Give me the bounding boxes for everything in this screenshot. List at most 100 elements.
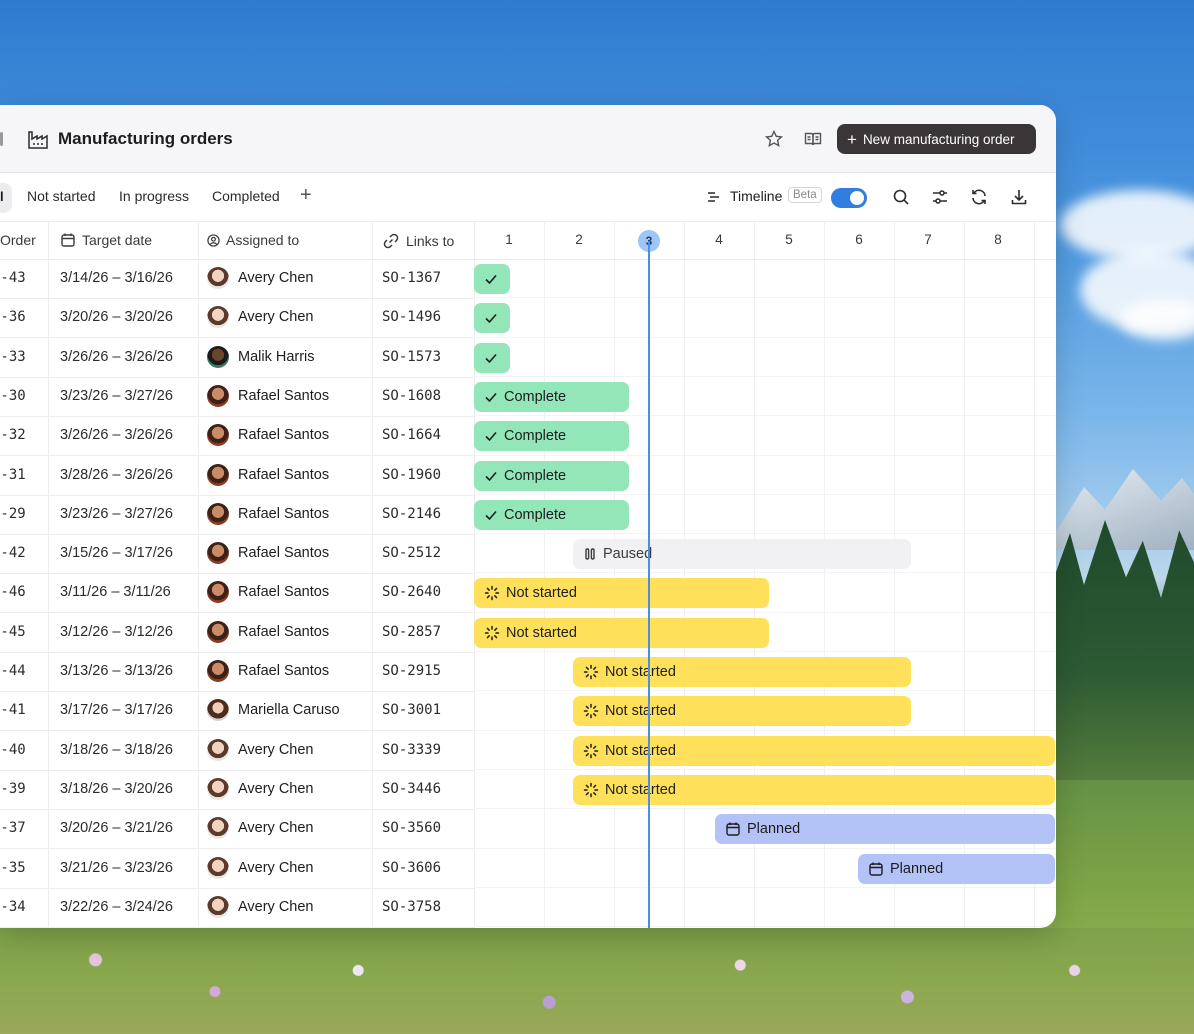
order-id[interactable]: O-37	[0, 820, 26, 836]
linked-sales-order[interactable]: SO-3758	[382, 899, 441, 915]
book-icon[interactable]	[803, 129, 823, 149]
timeline-bar-done[interactable]: Complete	[474, 421, 629, 452]
assignee-name[interactable]: Avery Chen	[238, 781, 314, 797]
assignee-name[interactable]: Mariella Caruso	[238, 702, 340, 718]
assignee-name[interactable]: Rafael Santos	[238, 663, 329, 679]
linked-sales-order[interactable]: SO-3339	[382, 742, 441, 758]
table-row[interactable]: O-29 3/23/26 – 3/27/26 Rafael Santos SO-214…	[0, 495, 474, 535]
timeline-bar-planned[interactable]: Planned	[715, 814, 1055, 845]
assignee-name[interactable]: Avery Chen	[238, 860, 314, 876]
timeline-bar-not-started[interactable]: Not started	[573, 735, 1055, 766]
timeline-toggle[interactable]	[831, 188, 867, 208]
order-id[interactable]: O-41	[0, 702, 26, 718]
table-row[interactable]: O-41 3/17/26 – 3/17/26 Mariella Caruso SO-3…	[0, 691, 474, 732]
timeline-view-label[interactable]: Timeline	[730, 188, 782, 204]
assignee-name[interactable]: Rafael Santos	[238, 545, 329, 561]
table-row[interactable]: O-44 3/13/26 – 3/13/26 Rafael Santos SO-291…	[0, 652, 474, 692]
table-row[interactable]: O-46 3/11/26 – 3/11/26 Rafael Santos SO-264…	[0, 573, 474, 614]
linked-sales-order[interactable]: SO-1664	[382, 427, 441, 443]
timeline-bar-done[interactable]	[474, 264, 510, 294]
assignee-name[interactable]: Avery Chen	[238, 742, 314, 758]
links-to-column-header[interactable]: Links to	[382, 232, 454, 250]
timeline-bar-not-started[interactable]: Not started	[474, 578, 769, 609]
assignee-name[interactable]: Rafael Santos	[238, 388, 329, 404]
linked-sales-order[interactable]: SO-1496	[382, 309, 441, 325]
order-id[interactable]: O-35	[0, 860, 26, 876]
target-date-column-header[interactable]: Target date	[60, 232, 152, 248]
order-id[interactable]: O-32	[0, 427, 26, 443]
linked-sales-order[interactable]: SO-2915	[382, 663, 441, 679]
order-id[interactable]: O-36	[0, 309, 26, 325]
table-row[interactable]: O-39 3/18/26 – 3/20/26 Avery Chen SO-3446	[0, 770, 474, 810]
linked-sales-order[interactable]: SO-2640	[382, 584, 441, 600]
linked-sales-order[interactable]: SO-2146	[382, 506, 441, 522]
timeline-bar-not-started[interactable]: Not started	[573, 657, 911, 687]
order-id[interactable]: O-34	[0, 899, 26, 915]
add-tab-icon[interactable]: +	[300, 184, 312, 207]
timeline-bar-paused[interactable]: Paused	[573, 539, 911, 570]
timeline-bar-done[interactable]: Complete	[474, 460, 629, 491]
table-row[interactable]: O-40 3/18/26 – 3/18/26 Avery Chen SO-3339	[0, 731, 474, 771]
linked-sales-order[interactable]: SO-3446	[382, 781, 441, 797]
order-column-header[interactable]: Order	[0, 232, 36, 248]
linked-sales-order[interactable]: SO-2857	[382, 624, 441, 640]
table-row[interactable]: O-37 3/20/26 – 3/21/26 Avery Chen SO-3560	[0, 809, 474, 850]
tab-not-started[interactable]: Not started	[27, 188, 95, 204]
timeline-bar-done[interactable]: Complete	[474, 381, 629, 412]
table-row[interactable]: O-31 3/28/26 – 3/26/26 Rafael Santos SO-196…	[0, 456, 474, 496]
linked-sales-order[interactable]: SO-1608	[382, 388, 441, 404]
table-row[interactable]: O-34 3/22/26 – 3/24/26 Avery Chen SO-3758	[0, 888, 474, 928]
assignee-name[interactable]: Avery Chen	[238, 270, 314, 286]
order-id[interactable]: O-33	[0, 349, 26, 365]
refresh-icon[interactable]	[970, 188, 988, 206]
assignee-name[interactable]: Rafael Santos	[238, 584, 329, 600]
assignee-name[interactable]: Rafael Santos	[238, 506, 329, 522]
table-row[interactable]: O-36 3/20/26 – 3/20/26 Avery Chen SO-1496	[0, 298, 474, 339]
filter-sliders-icon[interactable]	[931, 188, 949, 206]
assignee-name[interactable]: Avery Chen	[238, 309, 314, 325]
linked-sales-order[interactable]: SO-3560	[382, 820, 441, 836]
timeline-bar-done[interactable]: Complete	[474, 499, 629, 530]
timeline-bar-not-started[interactable]: Not started	[573, 696, 911, 727]
linked-sales-order[interactable]: SO-1960	[382, 467, 441, 483]
assignee-name[interactable]: Malik Harris	[238, 349, 315, 365]
download-icon[interactable]	[1010, 188, 1028, 206]
order-id[interactable]: O-44	[0, 663, 26, 679]
assignee-name[interactable]: Avery Chen	[238, 899, 314, 915]
assigned-to-column-header[interactable]: Assigned to	[207, 232, 299, 248]
timeline-bar-not-started[interactable]: Not started	[474, 617, 769, 648]
table-row[interactable]: O-33 3/26/26 – 3/26/26 Malik Harris SO-1573	[0, 338, 474, 378]
linked-sales-order[interactable]: SO-1573	[382, 349, 441, 365]
sidebar-toggle-icon[interactable]	[0, 132, 3, 146]
table-row[interactable]: O-32 3/26/26 – 3/26/26 Rafael Santos SO-166…	[0, 416, 474, 457]
timeline-bar-not-started[interactable]: Not started	[573, 774, 1055, 805]
search-icon[interactable]	[892, 188, 910, 206]
order-id[interactable]: O-46	[0, 584, 26, 600]
linked-sales-order[interactable]: SO-3606	[382, 860, 441, 876]
table-row[interactable]: O-30 3/23/26 – 3/27/26 Rafael Santos SO-160…	[0, 377, 474, 417]
tab-completed[interactable]: Completed	[212, 188, 280, 204]
assignee-name[interactable]: Avery Chen	[238, 820, 314, 836]
order-id[interactable]: O-42	[0, 545, 26, 561]
linked-sales-order[interactable]: SO-2512	[382, 545, 441, 561]
order-id[interactable]: O-30	[0, 388, 26, 404]
linked-sales-order[interactable]: SO-1367	[382, 270, 441, 286]
order-id[interactable]: O-43	[0, 270, 26, 286]
tab-in-progress[interactable]: In progress	[119, 188, 189, 204]
order-id[interactable]: O-45	[0, 624, 26, 640]
table-row[interactable]: O-45 3/12/26 – 3/12/26 Rafael Santos SO-285…	[0, 613, 474, 653]
star-icon[interactable]	[764, 129, 784, 149]
timeline-bar-done[interactable]	[474, 303, 510, 334]
table-row[interactable]: O-35 3/21/26 – 3/23/26 Avery Chen SO-3606	[0, 849, 474, 889]
assignee-name[interactable]: Rafael Santos	[238, 467, 329, 483]
new-manufacturing-order-button[interactable]: + New manufacturing order	[837, 124, 1036, 154]
order-id[interactable]: O-31	[0, 467, 26, 483]
tab-all[interactable]: l	[0, 183, 12, 213]
table-row[interactable]: O-42 3/15/26 – 3/17/26 Rafael Santos SO-251…	[0, 534, 474, 575]
order-id[interactable]: O-40	[0, 742, 26, 758]
assignee-name[interactable]: Rafael Santos	[238, 427, 329, 443]
linked-sales-order[interactable]: SO-3001	[382, 702, 441, 718]
table-row[interactable]: O-43 3/14/26 – 3/16/26 Avery Chen SO-1367	[0, 259, 474, 299]
assignee-name[interactable]: Rafael Santos	[238, 624, 329, 640]
timeline-bar-done[interactable]	[474, 342, 510, 373]
